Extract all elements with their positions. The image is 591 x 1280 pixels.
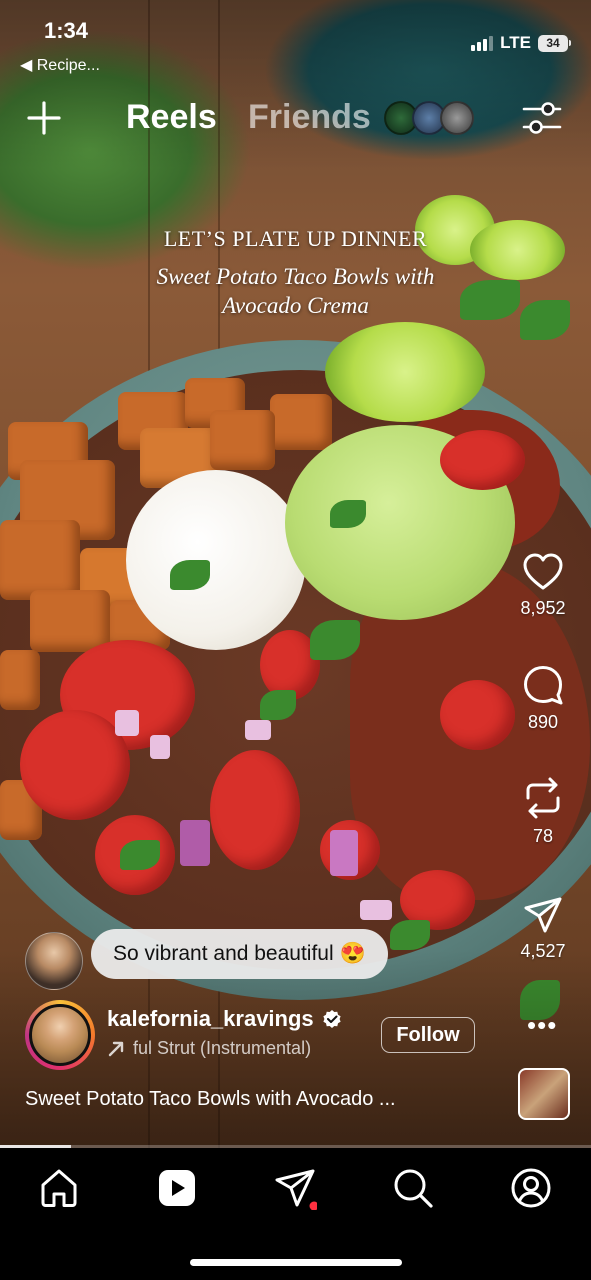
creator-username[interactable]: kalefornia_kravings <box>107 1006 314 1032</box>
like-action[interactable]: 8,952 <box>505 552 581 619</box>
cilantro-leaf <box>310 620 360 660</box>
status-time: 1:34 <box>44 18 89 43</box>
lime-wedge <box>325 322 485 422</box>
heart-icon[interactable] <box>522 552 564 592</box>
network-label: LTE <box>500 33 531 52</box>
home-icon[interactable] <box>37 1166 81 1210</box>
notification-dot <box>309 1201 317 1210</box>
onion-piece <box>180 820 210 866</box>
tomato <box>20 710 130 820</box>
creator-username-row[interactable]: kalefornia_kravings <box>107 1006 342 1032</box>
cilantro-leaf <box>260 690 296 720</box>
onion-piece <box>245 720 271 740</box>
sour-cream <box>126 470 306 650</box>
onion-piece <box>330 830 358 876</box>
more-options-icon[interactable]: ••• <box>527 1010 557 1041</box>
share-count: 4,527 <box>520 941 566 961</box>
cilantro-leaf <box>390 920 430 950</box>
overlay-subtitle: Sweet Potato Taco Bowls with Avocado Cre… <box>0 262 591 320</box>
status-indicators: LTE 34 <box>471 33 571 53</box>
audio-thumbnail[interactable] <box>518 1068 570 1120</box>
messages-icon[interactable] <box>273 1166 317 1210</box>
tab-friends[interactable]: Friends <box>248 98 371 137</box>
trending-arrow-icon <box>108 1041 124 1056</box>
tomato <box>440 680 515 750</box>
send-icon[interactable] <box>522 895 564 935</box>
potato-cube <box>210 410 275 470</box>
tomato <box>210 750 300 870</box>
friend-avatars[interactable] <box>384 101 474 135</box>
comment-count: 890 <box>527 712 559 732</box>
home-indicator[interactable] <box>190 1259 402 1266</box>
signal-icon <box>471 35 494 51</box>
audio-track[interactable]: ful Strut (Instrumental) <box>107 1038 311 1059</box>
potato-cube <box>0 520 80 600</box>
overlay-subtitle-line: Sweet Potato Taco Bowls with <box>156 264 435 289</box>
reel-caption[interactable]: Sweet Potato Taco Bowls with Avocado ... <box>25 1088 396 1111</box>
potato-cube <box>270 394 332 450</box>
onion-piece <box>115 710 139 736</box>
overlay-subtitle-line: Avocado Crema <box>222 293 369 318</box>
reels-icon[interactable] <box>155 1166 199 1210</box>
like-count: 8,952 <box>520 598 566 618</box>
tomato <box>440 430 525 490</box>
commenter-avatar[interactable] <box>25 932 83 990</box>
verified-badge-icon <box>323 1010 341 1028</box>
battery-level: 34 <box>538 34 568 52</box>
cilantro-leaf <box>120 840 160 870</box>
follow-button[interactable]: Follow <box>381 1017 475 1053</box>
friend-avatar <box>440 101 474 135</box>
reels-screen: 1:34 ◀ Recipe... LTE 34 Reels Friends LE… <box>0 0 591 1280</box>
audio-track-name: ful Strut (Instrumental) <box>133 1038 312 1058</box>
comment-bubble[interactable]: So vibrant and beautiful 😍 <box>91 929 388 979</box>
potato-cube <box>30 590 110 652</box>
filter-sliders-icon[interactable] <box>522 100 562 136</box>
comment-icon[interactable] <box>522 664 564 706</box>
tab-reels[interactable]: Reels <box>126 98 217 137</box>
cilantro-leaf <box>330 500 366 528</box>
repost-count: 78 <box>532 826 554 846</box>
creator-avatar[interactable] <box>29 1004 91 1066</box>
top-gradient <box>0 0 591 170</box>
back-to-app-link[interactable]: ◀ Recipe... <box>20 55 100 75</box>
overlay-title: LET’S PLATE UP DINNER <box>163 226 428 251</box>
share-action[interactable]: 4,527 <box>505 895 581 962</box>
comment-action[interactable]: 890 <box>505 664 581 733</box>
cilantro-leaf <box>170 560 210 590</box>
search-icon[interactable] <box>391 1166 435 1210</box>
onion-piece <box>360 900 392 920</box>
onion-piece <box>150 735 170 759</box>
repost-action[interactable]: 78 <box>505 776 581 847</box>
profile-icon[interactable] <box>509 1166 553 1210</box>
battery-icon: 34 <box>538 34 571 52</box>
potato-cube <box>0 650 40 710</box>
plus-icon[interactable] <box>26 100 62 136</box>
repost-icon[interactable] <box>522 776 564 820</box>
